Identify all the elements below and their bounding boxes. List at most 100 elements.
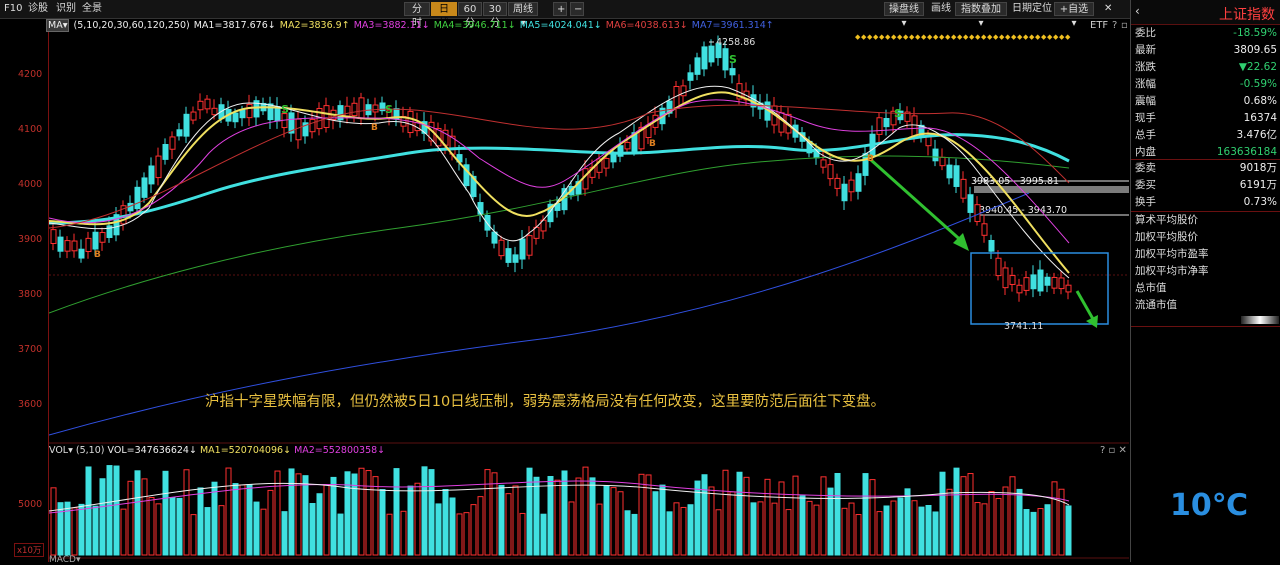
ma6-value: MA6=4038.613↓	[605, 20, 688, 31]
candle	[190, 111, 197, 121]
volume-bar	[428, 469, 435, 556]
quote-row: 涨跌 ▼22.62	[1135, 59, 1277, 76]
quote-label: 算术平均股价	[1135, 214, 1198, 226]
tab-intraday[interactable]: 分时	[404, 2, 430, 29]
volume-bar	[988, 491, 995, 556]
event-markers[interactable]: ◆ ◆ ◆ ◆ ◆ ◆ ◆ ◆ ◆ ◆ ◆ ◆ ◆ ◆ ◆ ◆ ◆ ◆ ◆ ◆ ◆ ◆ ◆ ◆ ◆ ◆ ◆ ◆ ◆ ◆ ◆ ◆ ◆ ◆ ◆ ◆	[855, 33, 1071, 41]
buy-signal: B	[371, 123, 378, 133]
panorama-button[interactable]: 全景	[82, 2, 102, 16]
quote-label: 最新	[1135, 44, 1156, 56]
ma4-line	[49, 155, 1070, 314]
quote-row: 换手 0.73%	[1135, 194, 1277, 211]
volume-bar	[750, 502, 757, 556]
candle	[50, 229, 57, 244]
candlesticks[interactable]	[50, 35, 1072, 302]
help-icon[interactable]: ?	[1112, 20, 1117, 31]
volume-bar	[162, 470, 169, 556]
vol-help-icon[interactable]: ? ▫ ✕	[1100, 445, 1127, 456]
volume-bar	[834, 472, 841, 556]
candle	[351, 102, 358, 117]
resistance-band-1	[974, 186, 1129, 193]
volume-bar	[680, 506, 687, 556]
index-name: 上证指数	[1219, 7, 1275, 23]
high-price-label: 4258.86	[716, 37, 755, 48]
add-favorite-dropdown[interactable]: +自选▾	[1054, 2, 1094, 29]
candle	[295, 118, 302, 141]
quote-value: -18.59%	[1233, 27, 1277, 39]
quote-value: 3809.65	[1233, 44, 1277, 56]
volume-bars[interactable]	[50, 465, 1072, 556]
date-locate-button[interactable]: 日期定位	[1012, 2, 1052, 16]
diagnose-button[interactable]: 诊股	[28, 2, 48, 16]
candle	[939, 156, 946, 167]
volume-bar	[365, 470, 372, 556]
volume-bar	[309, 503, 316, 556]
etf-label[interactable]: ETF	[1090, 20, 1108, 31]
candle	[64, 240, 71, 252]
panel-scroll-indicator[interactable]	[1241, 316, 1279, 324]
candle	[78, 248, 85, 259]
volume-bar	[176, 497, 183, 556]
volume-bar	[519, 512, 526, 556]
operation-line-dropdown[interactable]: 操盘线▾	[884, 2, 924, 29]
f10-button[interactable]: F10	[4, 2, 22, 16]
volume-bar	[862, 473, 869, 556]
volume-bar	[736, 471, 743, 556]
candle	[687, 72, 694, 81]
volume-bar	[799, 495, 806, 556]
price-tick: 4000	[18, 179, 43, 190]
quote-value: 0.68%	[1243, 95, 1277, 107]
volume-bar	[897, 497, 904, 556]
volume-bar	[330, 476, 337, 556]
volume-bar	[729, 491, 736, 556]
volume-bar	[505, 493, 512, 556]
volume-bar	[232, 483, 239, 556]
quote-row: 委买 6191万	[1135, 177, 1277, 194]
volume-bar	[421, 466, 428, 556]
volume-bar	[568, 501, 575, 556]
volume-bar	[64, 501, 71, 556]
price-tick: 3700	[18, 344, 43, 355]
quote-value: 0.73%	[1243, 196, 1277, 208]
tab-60min[interactable]: 60分	[458, 2, 482, 29]
close-panel-icon[interactable]: ▫	[1121, 20, 1128, 31]
volume-bar	[547, 475, 554, 556]
draw-line-button[interactable]: 画线	[931, 2, 951, 16]
close-icon[interactable]: ✕	[1104, 2, 1112, 16]
volume-bar	[925, 505, 932, 556]
vol-indicator-dropdown[interactable]: VOL▾	[49, 445, 73, 456]
volume-bar	[792, 475, 799, 556]
candle	[995, 257, 1002, 277]
candle	[309, 118, 316, 133]
quote-label: 现手	[1135, 112, 1156, 124]
tab-weekly[interactable]: 周线▾	[508, 2, 538, 29]
macd-legend[interactable]: MACD▾	[49, 555, 81, 565]
volume-bar	[589, 477, 596, 556]
volume-bar	[715, 509, 722, 556]
candle	[526, 235, 533, 256]
candle	[246, 103, 253, 119]
price-tick: 4100	[18, 124, 43, 135]
tab-daily[interactable]: 日线	[431, 2, 457, 29]
tab-30min[interactable]: 30分	[483, 2, 507, 29]
volume-bar	[1051, 481, 1058, 556]
event-diamond[interactable]: ◆	[1065, 33, 1071, 41]
volume-bar	[197, 487, 204, 556]
ma2-value: MA2=3836.9↑	[279, 20, 350, 31]
candle	[701, 46, 708, 70]
candle	[708, 45, 715, 63]
zoom-out-button[interactable]: −	[570, 2, 584, 16]
kline-chart[interactable]: 3983.05 - 3995.81 3940.45 - 3943.70 ◆ ◆ ◆ ◆…	[49, 33, 1129, 562]
index-overlay-dropdown[interactable]: 指数叠加▾	[955, 2, 1007, 29]
quote-row: 总手 3.476亿	[1135, 127, 1277, 144]
candle	[1058, 277, 1065, 290]
zoom-in-button[interactable]: +	[553, 2, 567, 16]
volume-bar	[288, 468, 295, 556]
candle	[834, 177, 841, 189]
identify-button[interactable]: 识别	[56, 2, 76, 16]
candle	[729, 68, 736, 76]
volume-bar	[484, 469, 491, 556]
ma-indicator-dropdown[interactable]: MA▾	[46, 19, 70, 32]
volume-bar	[463, 512, 470, 556]
back-icon[interactable]: ‹	[1135, 4, 1140, 18]
